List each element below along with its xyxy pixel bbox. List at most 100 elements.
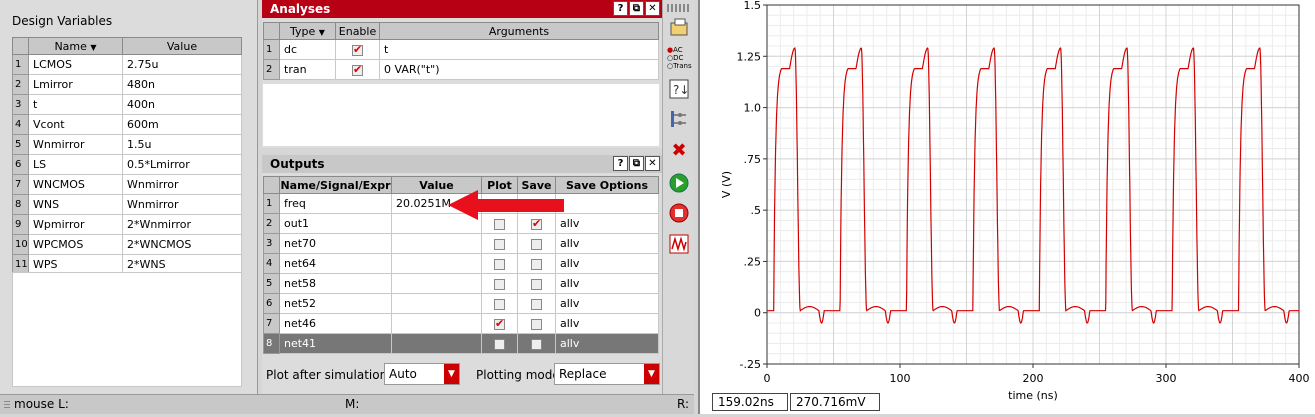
- help-icon[interactable]: ?: [613, 156, 628, 171]
- save-options[interactable]: allv: [555, 293, 659, 314]
- radio-trans[interactable]: ○Trans: [667, 62, 692, 70]
- enable-column-header[interactable]: Enable: [335, 22, 380, 40]
- output-name[interactable]: net52: [279, 293, 392, 314]
- variable-value[interactable]: Wnmirror: [122, 174, 242, 195]
- close-icon[interactable]: ✕: [645, 1, 660, 16]
- table-row[interactable]: 8 WNS Wnmirror: [12, 194, 242, 215]
- table-row[interactable]: 6 net52 allv: [263, 293, 659, 314]
- plot-outputs-icon[interactable]: [668, 233, 690, 255]
- load-state-icon[interactable]: [668, 16, 690, 38]
- table-row[interactable]: 5 Wnmirror 1.5u: [12, 134, 242, 155]
- help-icon[interactable]: ?: [613, 1, 628, 16]
- enable-checkbox[interactable]: [352, 63, 363, 76]
- value-column-header[interactable]: Value: [122, 37, 242, 55]
- variable-value[interactable]: 2*WNCMOS: [122, 234, 242, 255]
- save-options[interactable]: allv: [555, 233, 659, 254]
- table-row[interactable]: 3 net70 allv: [263, 233, 659, 254]
- type-column-header[interactable]: Type ▼: [279, 22, 336, 40]
- enable-checkbox[interactable]: [352, 43, 363, 56]
- variable-name[interactable]: WNCMOS: [28, 174, 123, 195]
- table-row[interactable]: 1dc t: [263, 39, 659, 60]
- variable-value[interactable]: 0.5*Lmirror: [122, 154, 242, 175]
- plot-checkbox[interactable]: [494, 317, 505, 330]
- plot-checkbox[interactable]: [494, 278, 505, 290]
- save-checkbox[interactable]: [531, 338, 542, 350]
- table-row[interactable]: 2tran 0 VAR("t"): [263, 59, 659, 80]
- plot-checkbox[interactable]: [494, 298, 505, 310]
- table-row[interactable]: 4 net64 allv: [263, 253, 659, 274]
- output-name[interactable]: net46: [279, 313, 392, 334]
- variable-value[interactable]: 400n: [122, 94, 242, 115]
- save-options[interactable]: [555, 193, 659, 214]
- save-options[interactable]: allv: [555, 313, 659, 334]
- variable-name[interactable]: Wpmirror: [28, 214, 123, 235]
- analyses-title-bar[interactable]: Analyses ? ⧉ ✕: [262, 0, 662, 18]
- netlist-icon[interactable]: [668, 108, 690, 130]
- table-row[interactable]: 10 WPCMOS 2*WNCMOS: [12, 234, 242, 255]
- variable-value[interactable]: 1.5u: [122, 134, 242, 155]
- output-name[interactable]: out1: [279, 213, 392, 234]
- save-options[interactable]: allv: [555, 253, 659, 274]
- table-row[interactable]: 3 t 400n: [12, 94, 242, 115]
- variable-name[interactable]: WPCMOS: [28, 234, 123, 255]
- save-checkbox[interactable]: [531, 298, 542, 310]
- save-checkbox[interactable]: [531, 238, 542, 250]
- plotting-mode-dropdown[interactable]: Replace ▼: [554, 363, 660, 385]
- table-row[interactable]: 7 WNCMOS Wnmirror: [12, 174, 242, 195]
- save-options-column-header[interactable]: Save Options: [555, 176, 659, 194]
- save-checkbox[interactable]: [531, 318, 542, 330]
- table-row[interactable]: 4 Vcont 600m: [12, 114, 242, 135]
- variable-value[interactable]: Wnmirror: [122, 194, 242, 215]
- output-name[interactable]: net70: [279, 233, 392, 254]
- name-column-header[interactable]: Name/Signal/Expr: [279, 176, 392, 194]
- analysis-arguments[interactable]: t: [379, 39, 659, 60]
- variable-name[interactable]: LS: [28, 154, 123, 175]
- arguments-column-header[interactable]: Arguments: [379, 22, 659, 40]
- analysis-type[interactable]: dc: [279, 39, 336, 60]
- float-icon[interactable]: ⧉: [629, 1, 644, 16]
- plot-after-simulation-dropdown[interactable]: Auto ▼: [384, 363, 460, 385]
- analysis-type[interactable]: tran: [279, 59, 336, 80]
- name-column-header[interactable]: Name ▼: [28, 37, 123, 55]
- edit-variables-icon[interactable]: ?↓: [668, 78, 690, 100]
- close-icon[interactable]: ✕: [645, 156, 660, 171]
- variable-name[interactable]: Wnmirror: [28, 134, 123, 155]
- plot-checkbox[interactable]: [494, 338, 505, 350]
- plot-checkbox[interactable]: [494, 238, 505, 250]
- save-options[interactable]: allv: [555, 213, 659, 234]
- save-options[interactable]: allv: [555, 333, 659, 354]
- outputs-title-bar[interactable]: Outputs ? ⧉ ✕: [262, 155, 662, 173]
- table-row[interactable]: 2 Lmirror 480n: [12, 74, 242, 95]
- variable-value[interactable]: 480n: [122, 74, 242, 95]
- output-name[interactable]: freq: [279, 193, 392, 214]
- delete-icon[interactable]: ✖: [668, 139, 690, 161]
- table-row[interactable]: 6 LS 0.5*Lmirror: [12, 154, 242, 175]
- table-row[interactable]: 1 LCMOS 2.75u: [12, 54, 242, 75]
- save-checkbox[interactable]: [531, 278, 542, 290]
- analysis-arguments[interactable]: 0 VAR("t"): [379, 59, 659, 80]
- variable-name[interactable]: t: [28, 94, 123, 115]
- table-row[interactable]: 9 Wpmirror 2*Wnmirror: [12, 214, 242, 235]
- table-row[interactable]: 5 net58 allv: [263, 273, 659, 294]
- variable-name[interactable]: WNS: [28, 194, 123, 215]
- variable-value[interactable]: 2.75u: [122, 54, 242, 75]
- radio-dc[interactable]: ○DC: [667, 54, 692, 62]
- table-row[interactable]: 7net46 allv: [263, 313, 659, 334]
- radio-ac[interactable]: ●AC: [667, 46, 692, 54]
- float-icon[interactable]: ⧉: [629, 156, 644, 171]
- variable-name[interactable]: Vcont: [28, 114, 123, 135]
- stop-simulation-icon[interactable]: [668, 202, 690, 224]
- save-options[interactable]: allv: [555, 273, 659, 294]
- run-simulation-icon[interactable]: [668, 172, 690, 194]
- variable-name[interactable]: LCMOS: [28, 54, 123, 75]
- waveform-plot[interactable]: -.250.25.5.751.01.251.50 100 200 300 400time…: [700, 0, 1315, 414]
- plot-checkbox[interactable]: [494, 258, 505, 270]
- variable-name[interactable]: Lmirror: [28, 74, 123, 95]
- save-checkbox[interactable]: [531, 258, 542, 270]
- variable-value[interactable]: 600m: [122, 114, 242, 135]
- table-row[interactable]: 8 net41 allv: [263, 333, 659, 354]
- output-name[interactable]: net41: [279, 333, 392, 354]
- output-name[interactable]: net58: [279, 273, 392, 294]
- variable-value[interactable]: 2*Wnmirror: [122, 214, 242, 235]
- output-name[interactable]: net64: [279, 253, 392, 274]
